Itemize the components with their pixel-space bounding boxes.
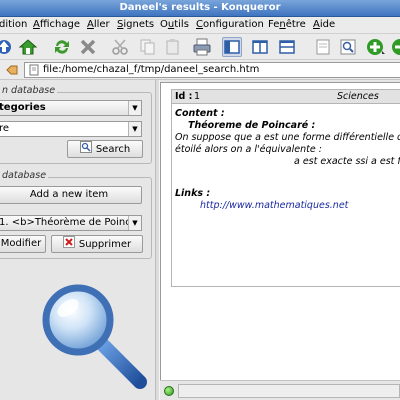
query-input[interactable]: re ▼ [0, 121, 142, 137]
result-card: Id : 1 Sciences Content : Théoreme de Po… [171, 89, 400, 287]
category-select[interactable]: tegories ▼ [0, 100, 142, 116]
content-line: a est exacte ssi a est fer [294, 156, 400, 167]
paste-icon[interactable] [163, 37, 183, 57]
content-heading: Théoreme de Poincaré : [188, 120, 316, 131]
menu-help[interactable]: Aide [313, 19, 335, 30]
zoom-out-icon[interactable] [390, 37, 400, 57]
result-link[interactable]: http://www.mathematiques.net [200, 200, 348, 211]
results-view: Id : 1 Sciences Content : Théoreme de Po… [160, 82, 400, 380]
window-title: Daneel's results - Konqueror [119, 2, 281, 13]
magnifier-icon [40, 282, 150, 392]
view-split-horizontal-icon[interactable] [277, 37, 297, 57]
location-url: file:/home/chazal_f/tmp/daneel_search.ht… [43, 64, 260, 75]
home-icon[interactable] [18, 37, 38, 57]
add-item-label: Add a new item [29, 189, 109, 200]
location-clear-icon[interactable] [6, 64, 18, 76]
id-value: 1 [194, 91, 201, 102]
search-button[interactable]: Search [67, 140, 143, 158]
print-icon[interactable] [192, 37, 212, 57]
menu-window[interactable]: Fenêtre [268, 19, 306, 30]
window-titlebar[interactable]: Daneel's results - Konqueror [0, 0, 400, 17]
add-item-button[interactable]: Add a new item [0, 186, 142, 204]
result-header: Id : 1 Sciences [172, 90, 400, 104]
query-value: re [0, 123, 10, 134]
modify-button-label: Modifier [0, 238, 42, 249]
links-label: Links : [175, 188, 211, 199]
view-split-left-icon[interactable] [222, 37, 242, 57]
item-select[interactable]: 1. <b>Théorème de Poinca ▼ [0, 215, 142, 231]
category-value: Sciences [337, 91, 379, 102]
chevron-down-icon: ▼ [128, 216, 141, 230]
menu-go[interactable]: Aller [87, 19, 110, 30]
status-bar [160, 380, 400, 400]
status-text-field [178, 384, 400, 398]
item-value: 1. <b>Théorème de Poinca [0, 217, 137, 228]
zoom-in-icon[interactable] [365, 37, 385, 57]
copy-icon[interactable] [138, 37, 158, 57]
reload-icon[interactable] [52, 37, 72, 57]
search-icon [79, 141, 92, 157]
status-led-icon [164, 386, 174, 396]
database-group-label: database [0, 170, 49, 181]
content-line: On suppose que a est une forme différent… [175, 132, 400, 143]
search-group-label: n database [0, 85, 58, 96]
search-button-label: Search [95, 144, 131, 155]
cut-icon[interactable] [110, 37, 130, 57]
menu-tools[interactable]: Outils [160, 19, 189, 30]
preview-icon[interactable] [313, 37, 333, 57]
menu-bookmarks[interactable]: Signets [117, 19, 154, 30]
delete-button-label: Supprimer [78, 239, 132, 250]
menu-view[interactable]: Affichage [33, 19, 80, 30]
left-panel: n database tegories ▼ re ▼ Search databa… [0, 82, 155, 400]
chevron-down-icon: ▼ [128, 122, 141, 136]
id-label: Id : [175, 91, 193, 102]
category-value: tegories [0, 102, 46, 113]
main-toolbar [0, 34, 400, 60]
content-label: Content : [175, 108, 225, 119]
content-line: étoilé alors on a l'équivalente : [175, 144, 322, 155]
stop-icon[interactable] [78, 37, 98, 57]
up-arrow-icon[interactable] [0, 37, 16, 57]
delete-icon [62, 236, 75, 252]
location-bar: file:/home/chazal_f/tmp/daneel_search.ht… [0, 60, 400, 80]
view-split-vertical-icon[interactable] [250, 37, 270, 57]
menu-settings[interactable]: Configuration [196, 19, 264, 30]
location-input[interactable]: file:/home/chazal_f/tmp/daneel_search.ht… [24, 62, 400, 78]
modify-button[interactable]: Modifier [0, 235, 46, 253]
menu-bar: dition Affichage Aller Signets Outils Co… [0, 17, 400, 34]
delete-button[interactable]: Supprimer [51, 235, 143, 253]
chevron-down-icon: ▼ [128, 101, 141, 115]
find-icon[interactable] [338, 37, 358, 57]
file-icon [28, 64, 40, 76]
menu-edit[interactable]: dition [0, 19, 27, 30]
